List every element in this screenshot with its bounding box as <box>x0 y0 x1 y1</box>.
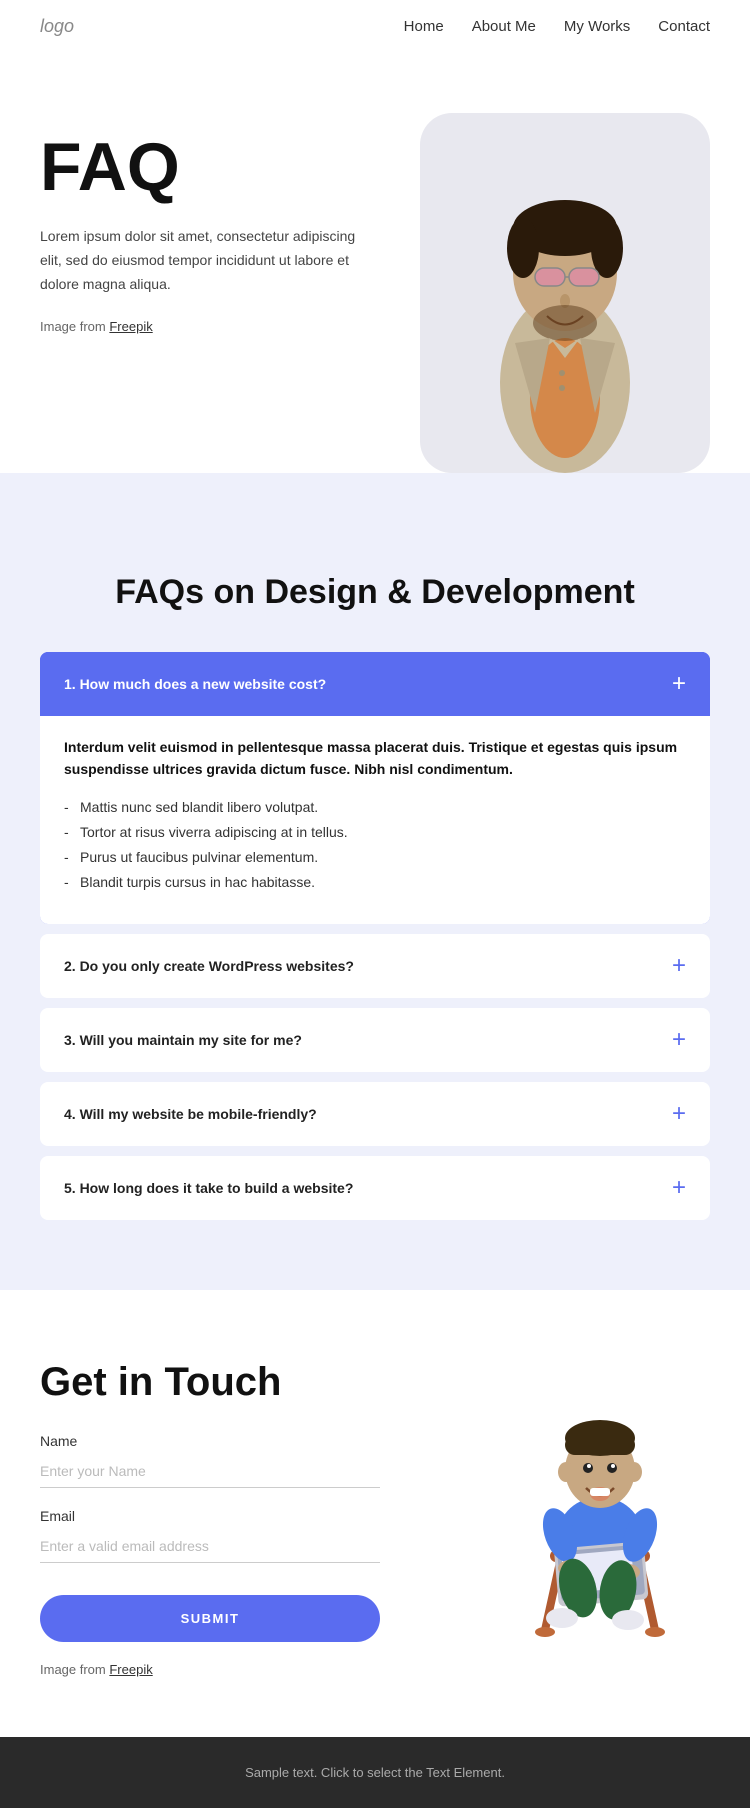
contact-form-wrap: Get in Touch Name Email SUBMIT Image fro… <box>40 1360 380 1677</box>
submit-button[interactable]: SUBMIT <box>40 1595 380 1642</box>
faq-plus-icon-2: + <box>672 954 686 978</box>
faq-question-5[interactable]: 5. How long does it take to build a webs… <box>40 1156 710 1220</box>
hero-description: Lorem ipsum dolor sit amet, consectetur … <box>40 225 380 296</box>
navbar: logo Home About Me My Works Contact <box>0 0 750 53</box>
nav-about[interactable]: About Me <box>472 18 536 35</box>
list-item: Mattis nunc sed blandit libero volutpat. <box>64 795 686 820</box>
faq-answer-1: Interdum velit euismod in pellentesque m… <box>40 716 710 924</box>
faq-plus-icon-5: + <box>672 1176 686 1200</box>
faq-question-2[interactable]: 2. Do you only create WordPress websites… <box>40 934 710 998</box>
faq-answer-bold-1: Interdum velit euismod in pellentesque m… <box>64 736 686 781</box>
footer-text: Sample text. Click to select the Text El… <box>40 1765 710 1780</box>
list-item: Purus ut faucibus pulvinar elementum. <box>64 845 686 870</box>
faq-item-4: 4. Will my website be mobile-friendly? + <box>40 1082 710 1146</box>
name-input[interactable] <box>40 1455 380 1488</box>
contact-freepik-link[interactable]: Freepik <box>109 1662 152 1677</box>
faq-item-2: 2. Do you only create WordPress websites… <box>40 934 710 998</box>
faq-item-5: 5. How long does it take to build a webs… <box>40 1156 710 1220</box>
hero-section: FAQ Lorem ipsum dolor sit amet, consecte… <box>0 53 750 473</box>
faq-question-1[interactable]: 1. How much does a new website cost? + <box>40 652 710 716</box>
nav-links: Home About Me My Works Contact <box>404 18 710 35</box>
contact-section: Get in Touch Name Email SUBMIT Image fro… <box>0 1290 750 1737</box>
nav-contact[interactable]: Contact <box>658 18 710 35</box>
faq-question-3[interactable]: 3. Will you maintain my site for me? + <box>40 1008 710 1072</box>
contact-person-illustration <box>500 1360 700 1640</box>
faq-plus-icon-1: + <box>672 672 686 696</box>
name-label: Name <box>40 1433 380 1449</box>
faq-list: 1. How much does a new website cost? + I… <box>40 652 710 1230</box>
faq-plus-icon-3: + <box>672 1028 686 1052</box>
email-label: Email <box>40 1508 380 1524</box>
footer: Sample text. Click to select the Text El… <box>0 1737 750 1808</box>
list-item: Blandit turpis cursus in hac habitasse. <box>64 870 686 895</box>
faq-item-1: 1. How much does a new website cost? + I… <box>40 652 710 924</box>
faq-question-text-4: 4. Will my website be mobile-friendly? <box>64 1106 317 1122</box>
faq-question-4[interactable]: 4. Will my website be mobile-friendly? + <box>40 1082 710 1146</box>
faq-heading: FAQs on Design & Development <box>40 573 710 612</box>
hero-image <box>420 113 710 473</box>
faq-question-text-2: 2. Do you only create WordPress websites… <box>64 958 354 974</box>
contact-heading: Get in Touch <box>40 1360 380 1405</box>
logo: logo <box>40 16 74 37</box>
email-input[interactable] <box>40 1530 380 1563</box>
faq-question-text-5: 5. How long does it take to build a webs… <box>64 1180 353 1196</box>
faq-question-text-1: 1. How much does a new website cost? <box>64 676 326 692</box>
faq-answer-list-1: Mattis nunc sed blandit libero volutpat.… <box>64 795 686 896</box>
freepik-link[interactable]: Freepik <box>109 319 152 334</box>
list-item: Tortor at risus viverra adipiscing at in… <box>64 820 686 845</box>
hero-image-credit: Image from Freepik <box>40 316 380 338</box>
faq-item-3: 3. Will you maintain my site for me? + <box>40 1008 710 1072</box>
contact-illustration <box>490 1360 710 1640</box>
faq-question-text-3: 3. Will you maintain my site for me? <box>64 1032 302 1048</box>
hero-text: FAQ Lorem ipsum dolor sit amet, consecte… <box>40 113 380 358</box>
hero-person-illustration <box>455 153 675 473</box>
name-field-group: Name <box>40 1433 380 1488</box>
nav-home[interactable]: Home <box>404 18 444 35</box>
nav-works[interactable]: My Works <box>564 18 630 35</box>
faq-plus-icon-4: + <box>672 1102 686 1126</box>
contact-image-credit: Image from Freepik <box>40 1662 380 1677</box>
hero-title: FAQ <box>40 133 380 201</box>
faq-section: FAQs on Design & Development 1. How much… <box>0 513 750 1290</box>
email-field-group: Email <box>40 1508 380 1563</box>
